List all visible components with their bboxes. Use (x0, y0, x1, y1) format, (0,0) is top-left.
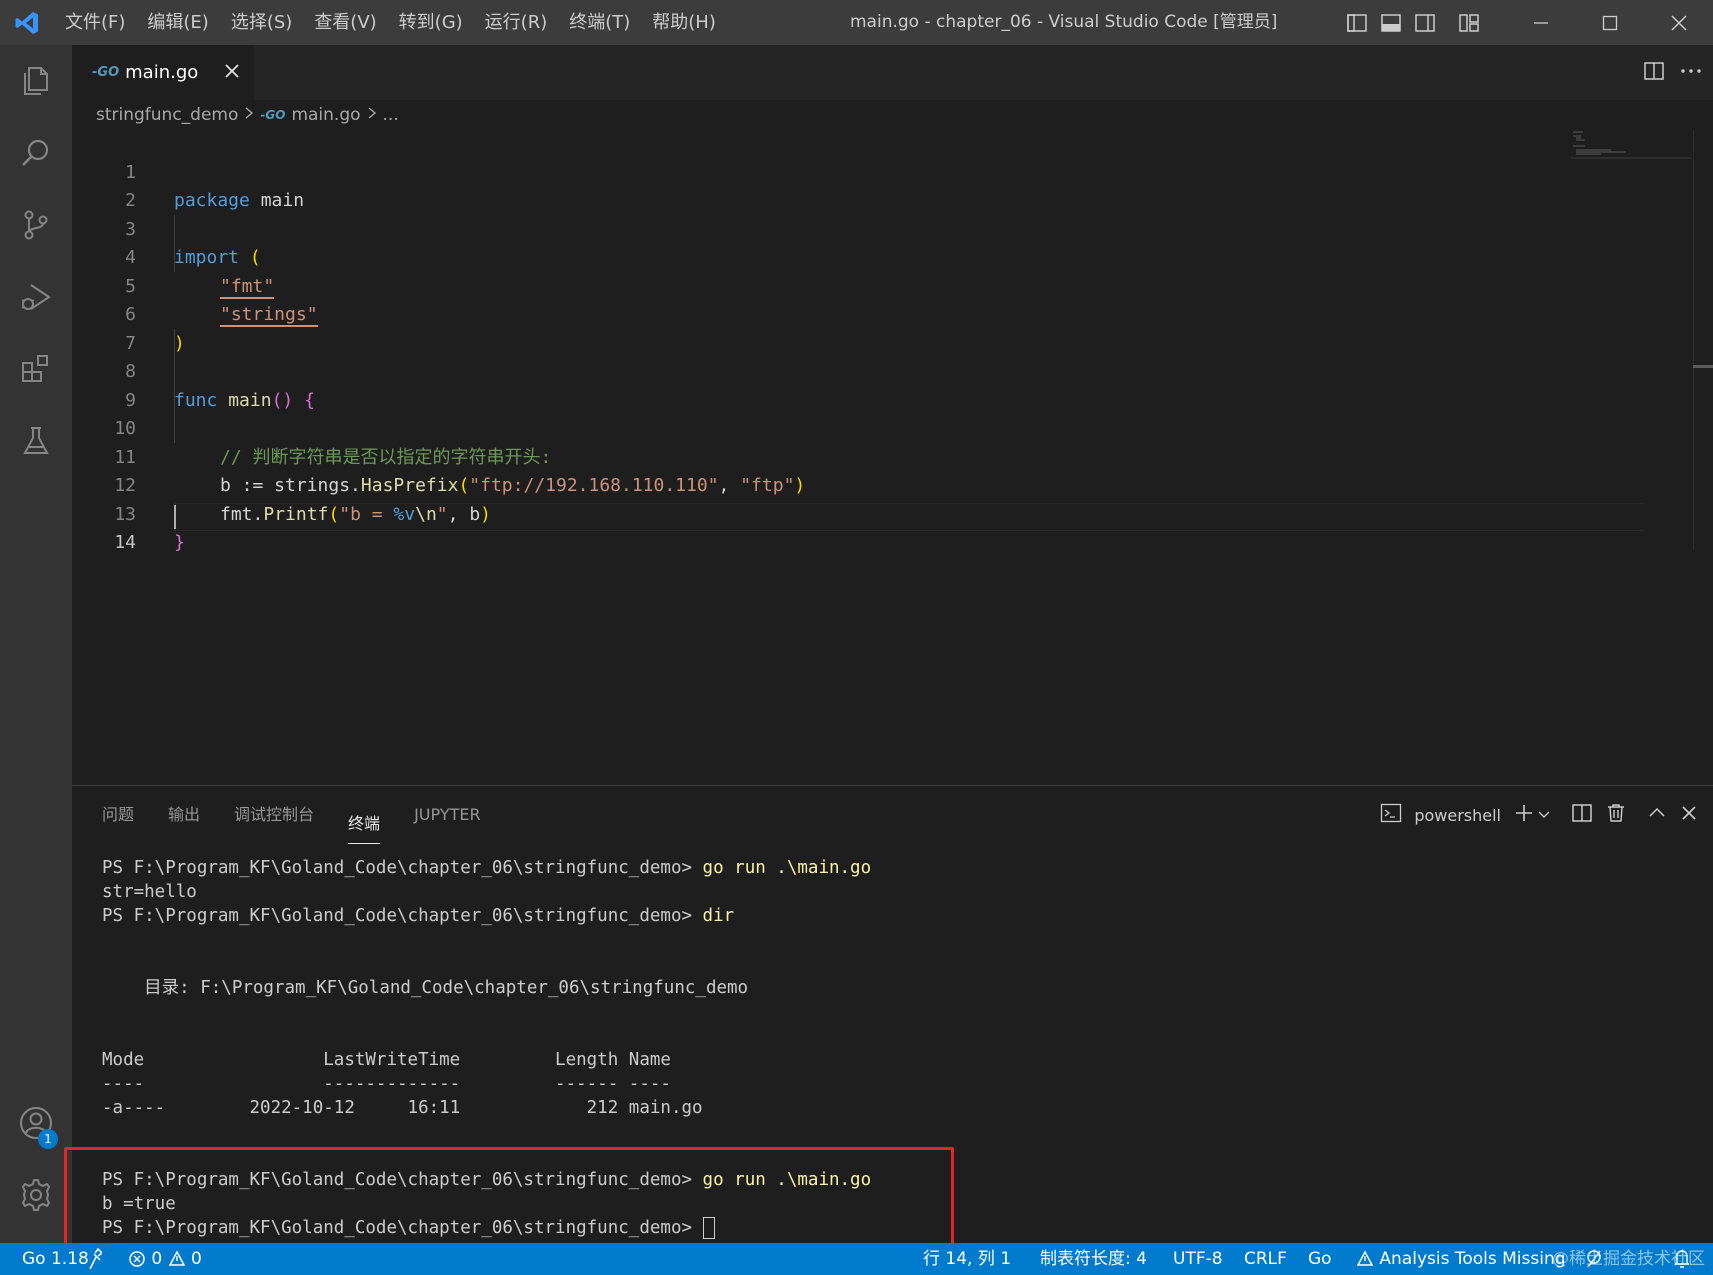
menu-run[interactable]: 运行(R) (474, 0, 559, 45)
toggle-panel-icon[interactable] (1374, 0, 1408, 45)
pin-icon (86, 1243, 104, 1275)
code-line: 2 (125, 190, 136, 211)
run-debug-icon[interactable] (0, 261, 72, 333)
window-title: main.go - chapter_06 - Visual Studio Cod… (850, 12, 1278, 32)
menu-file[interactable]: 文件(F) (54, 0, 136, 45)
code-line: 14 (114, 532, 136, 553)
watermark: @稀土掘金技术社区 (1552, 1249, 1705, 1269)
warning-count: 0 (191, 1249, 202, 1269)
language-mode[interactable]: Go (1308, 1243, 1332, 1275)
annotation-highlight-box (64, 1147, 954, 1253)
text-cursor (174, 505, 176, 529)
code-line: 10 // 判断字符串是否以指定的字符串开头: (114, 418, 552, 468)
editor-scrollbar[interactable] (1693, 130, 1713, 550)
gear-icon[interactable] (0, 1159, 72, 1231)
terminal-line: Mode LastWriteTime Length Name (102, 1050, 671, 1070)
chevron-down-icon[interactable] (1537, 806, 1551, 825)
accounts-icon[interactable]: 1 (0, 1087, 72, 1159)
eol-setting[interactable]: CRLF (1244, 1243, 1287, 1275)
toggle-secondary-sidebar-icon[interactable] (1408, 0, 1442, 45)
code-line: 4 "fmt" (125, 247, 275, 299)
code-line: 8 func main() { (125, 361, 315, 411)
vscode-logo-icon (0, 0, 54, 45)
code-line: 11 b := strings.HasPrefix("ftp://192.168… (114, 446, 806, 497)
terminal-line: -a---- 2022-10-12 16:11 212 main.go (102, 1098, 703, 1118)
new-terminal-icon[interactable] (1513, 802, 1535, 828)
terminal-line: 目录: F:\Program_KF\Goland_Code\chapter_06… (102, 978, 749, 998)
menu-view[interactable]: 查看(V) (303, 0, 387, 45)
breadcrumb: stringfunc_demo -GO main.go ... (96, 100, 399, 130)
menu-selection[interactable]: 选择(S) (220, 0, 303, 45)
breadcrumb-folder[interactable]: stringfunc_demo (96, 105, 238, 125)
trash-icon[interactable] (1605, 802, 1627, 828)
minimize-button[interactable] (1506, 0, 1575, 45)
cursor-position[interactable]: 行 14, 列 1 (923, 1243, 1011, 1275)
extensions-icon[interactable] (0, 333, 72, 405)
maximize-panel-icon[interactable] (1647, 803, 1667, 827)
terminal-line: str=hello (102, 882, 197, 902)
toggle-primary-sidebar-icon[interactable] (1340, 0, 1374, 45)
more-actions-icon[interactable] (1679, 60, 1703, 86)
search-icon[interactable] (0, 117, 72, 189)
code-line: 1 package main (125, 161, 305, 212)
encoding-setting[interactable]: UTF-8 (1173, 1243, 1223, 1275)
code-line: 12 fmt.Printf("b = %v\n", b) (114, 475, 491, 525)
code-line: 5 "strings" (125, 275, 318, 327)
minimap[interactable] (1571, 130, 1691, 160)
tab-terminal[interactable]: 终端 (348, 804, 381, 844)
menu-edit[interactable]: 编辑(E) (136, 0, 219, 45)
explorer-icon[interactable] (0, 45, 72, 117)
split-editor-icon[interactable] (1643, 60, 1665, 86)
code-line: 13 } (114, 503, 185, 554)
terminal-line: PS F:\Program_KF\Goland_Code\chapter_06\… (102, 858, 872, 878)
go-file-icon: -GO (260, 108, 286, 122)
menu-terminal[interactable]: 终端(T) (558, 0, 641, 45)
tab-problems[interactable]: 问题 (102, 786, 134, 844)
scrollbar-marker (1693, 365, 1713, 368)
status-bar: Go 1.18 0 0 行 14, 列 1 制表符长度: 4 UTF-8 CRL… (0, 1243, 1713, 1275)
breadcrumb-file[interactable]: main.go (291, 105, 360, 125)
activity-bar: 1 (0, 45, 72, 1243)
error-count: 0 (151, 1249, 163, 1269)
code-line: 6 ) (125, 304, 185, 354)
source-control-icon[interactable] (0, 189, 72, 261)
tab-debug-console[interactable]: 调试控制台 (234, 786, 314, 844)
terminal-name[interactable]: powershell (1414, 806, 1501, 825)
terminal-line: ---- ------------- ------ ---- (102, 1074, 671, 1094)
tab-jupyter[interactable]: JUPYTER (414, 786, 481, 844)
title-bar: 文件(F) 编辑(E) 选择(S) 查看(V) 转到(G) 运行(R) 终端(T… (0, 0, 1713, 45)
chevron-right-icon (367, 105, 377, 125)
code-line: 7 (125, 332, 136, 354)
go-file-icon: -GO (92, 65, 120, 80)
tab-label: main.go (125, 62, 199, 83)
go-version-status[interactable]: Go 1.18 (22, 1243, 89, 1275)
code-line: 3 import ( (125, 218, 261, 269)
close-tab-icon[interactable] (220, 59, 244, 87)
customize-layout-icon[interactable] (1452, 0, 1486, 45)
problems-status[interactable]: 0 0 (128, 1243, 202, 1275)
analysis-tools-status[interactable]: Analysis Tools Missing (1356, 1243, 1566, 1275)
indent-setting[interactable]: 制表符长度: 4 (1040, 1243, 1147, 1275)
testing-icon[interactable] (0, 405, 72, 477)
chevron-right-icon (244, 105, 254, 125)
terminal-shell-icon (1380, 802, 1402, 828)
maximize-button[interactable] (1575, 0, 1644, 45)
editor-tabs: -GO main.go (72, 45, 1713, 100)
breadcrumb-more[interactable]: ... (383, 105, 399, 125)
close-panel-icon[interactable] (1679, 803, 1699, 827)
code-editor[interactable]: 1 package main 2 3 import ( 4 "fmt" 5 "s… (72, 130, 1713, 785)
code-line: 9 (125, 389, 136, 411)
menu-go[interactable]: 转到(G) (388, 0, 474, 45)
tab-output[interactable]: 输出 (168, 786, 200, 844)
terminal-line: PS F:\Program_KF\Goland_Code\chapter_06\… (102, 906, 735, 926)
close-window-button[interactable] (1644, 0, 1713, 45)
accounts-badge: 1 (38, 1129, 58, 1149)
tab-main-go[interactable]: -GO main.go (72, 45, 254, 100)
split-terminal-icon[interactable] (1571, 802, 1593, 828)
menu-help[interactable]: 帮助(H) (641, 0, 727, 45)
